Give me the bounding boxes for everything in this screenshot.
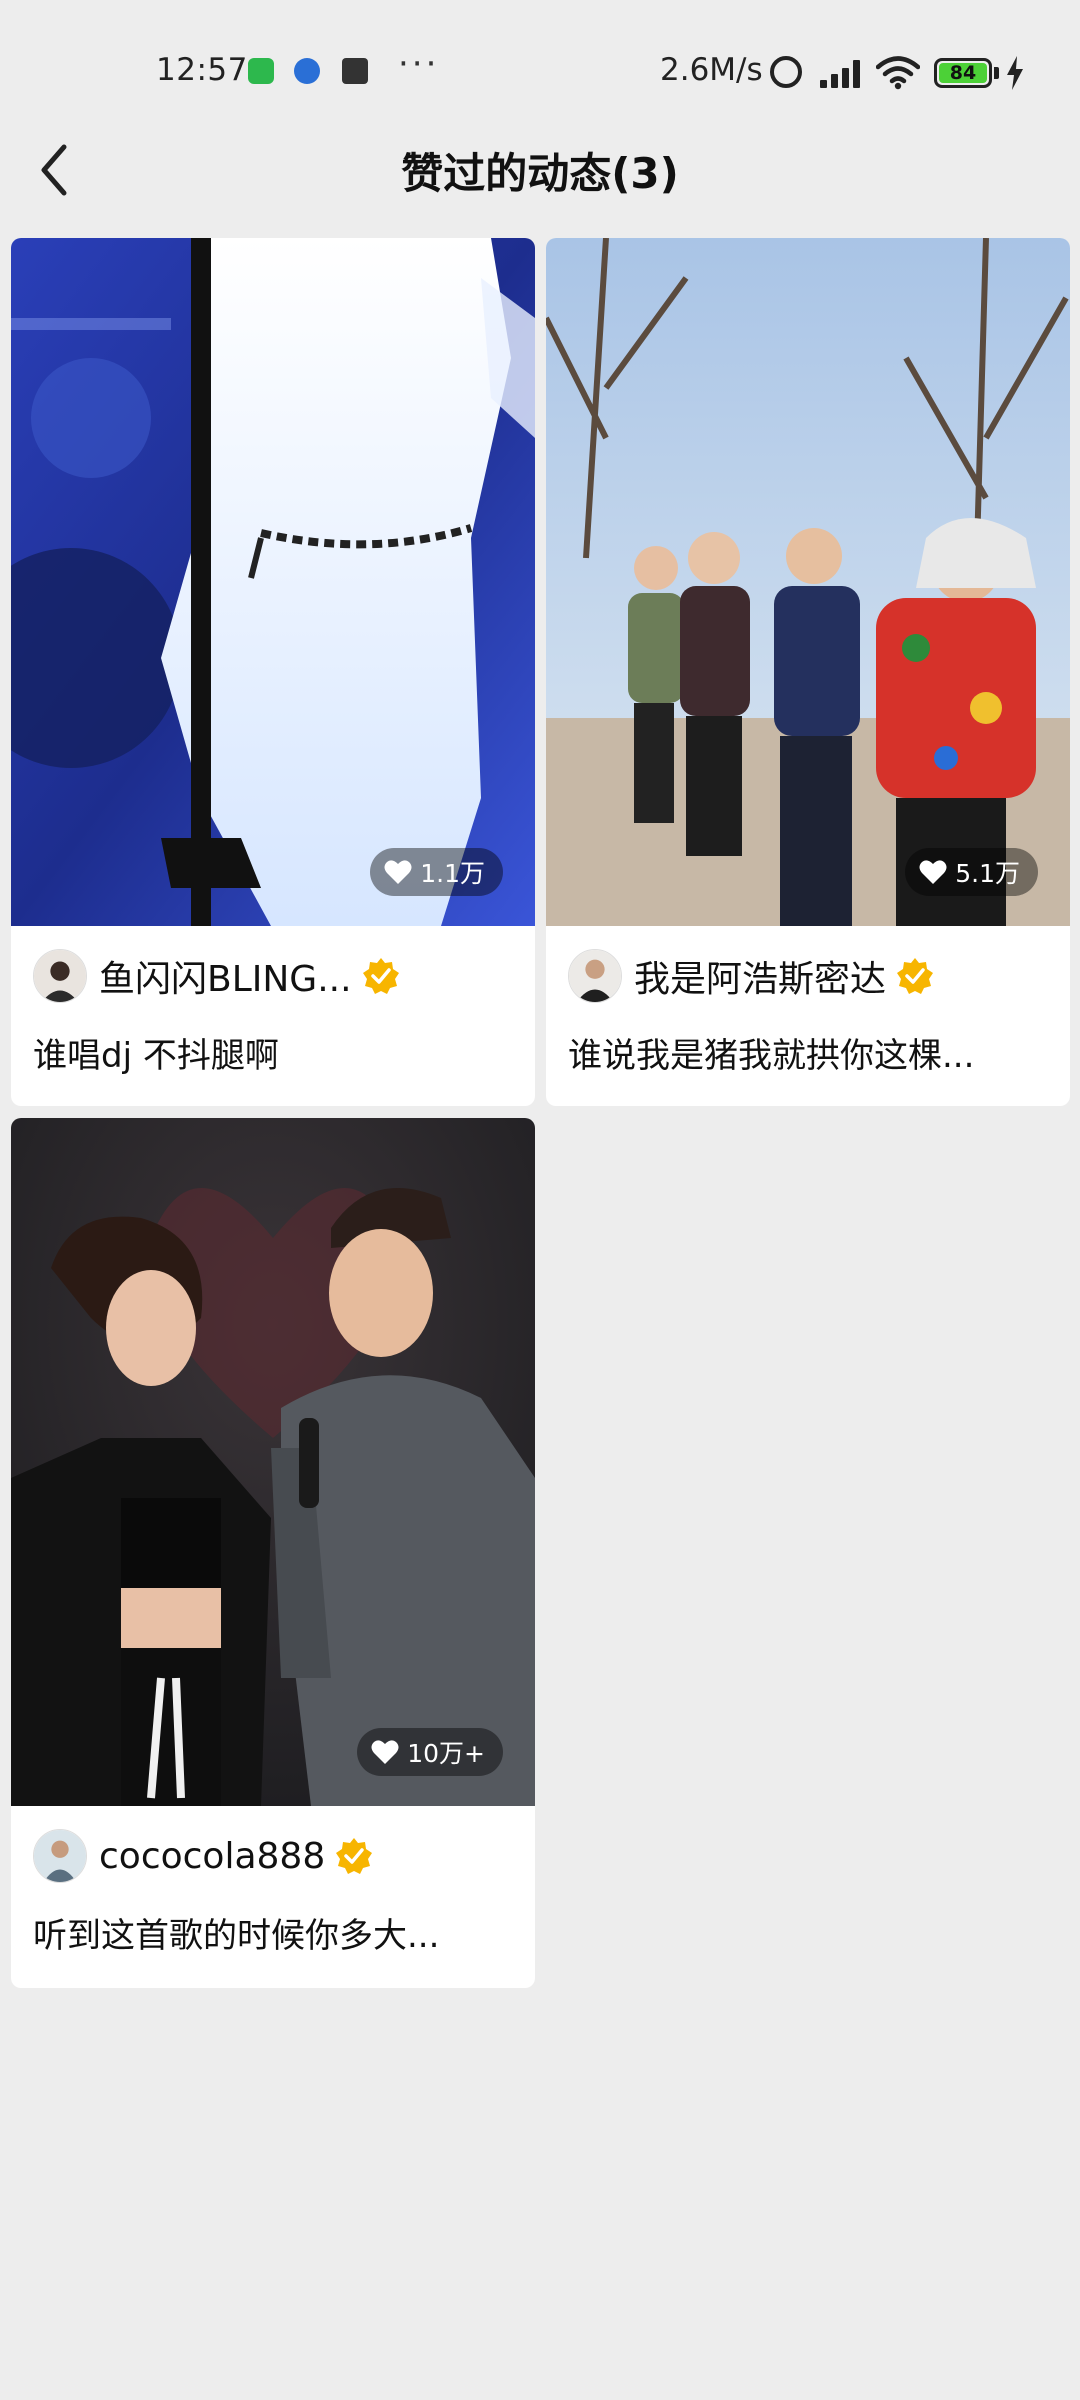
- post-caption: 听到这首歌的时候你多大...: [33, 1916, 440, 1956]
- post-caption: 谁唱dj 不抖腿啊: [33, 1036, 279, 1076]
- post-card[interactable]: 1.1万 鱼闪闪BLING... 谁唱dj 不抖腿啊: [11, 238, 535, 1106]
- game-notification-icon: [342, 58, 368, 84]
- avatar[interactable]: [33, 949, 87, 1003]
- post-thumbnail[interactable]: 5.1万: [546, 238, 1070, 926]
- post-image-performer: [11, 238, 535, 926]
- heart-icon: [919, 860, 947, 884]
- battery-icon: 84: [934, 58, 992, 88]
- network-speed: 2.6M/s: [660, 52, 763, 88]
- post-caption: 谁说我是猪我就拱你这棵...: [568, 1036, 975, 1076]
- title-bar: 赞过的动态(3): [0, 110, 1080, 230]
- author-name[interactable]: 鱼闪闪BLING...: [99, 950, 352, 1002]
- signal-icon: [818, 58, 864, 88]
- author-name[interactable]: cococola888: [99, 1836, 325, 1877]
- heart-icon: [384, 860, 412, 884]
- likes-count: 5.1万: [905, 848, 1038, 896]
- wechat-notification-icon: [248, 58, 274, 84]
- verified-icon: [336, 1838, 373, 1874]
- likes-value: 10万+: [407, 1739, 485, 1768]
- post-thumbnail[interactable]: 10万+: [11, 1118, 535, 1806]
- post-card[interactable]: 5.1万 我是阿浩斯密达 谁说我是猪我就拱你这棵...: [546, 238, 1070, 1106]
- battery-tip: [994, 67, 999, 79]
- more-notifications-icon: ···: [398, 44, 440, 84]
- post-image-group: [546, 238, 1070, 926]
- app-notification-icon: [294, 58, 320, 84]
- page-title: 赞过的动态(3): [401, 149, 679, 198]
- author-row[interactable]: 鱼闪闪BLING...: [33, 948, 400, 1004]
- likes-value: 5.1万: [955, 859, 1020, 888]
- post-thumbnail[interactable]: 1.1万: [11, 238, 535, 926]
- status-time: 12:57: [156, 52, 248, 88]
- author-name[interactable]: 我是阿浩斯密达: [634, 950, 886, 1002]
- charging-icon: [1007, 56, 1023, 90]
- post-image-couple: [11, 1118, 535, 1806]
- heart-icon: [371, 1740, 399, 1764]
- author-row[interactable]: cococola888: [33, 1828, 373, 1884]
- avatar[interactable]: [568, 949, 622, 1003]
- avatar[interactable]: [33, 1829, 87, 1883]
- verified-icon: [897, 958, 934, 994]
- battery-level: 84: [939, 63, 987, 83]
- author-row[interactable]: 我是阿浩斯密达: [568, 948, 934, 1004]
- alarm-icon: [770, 56, 802, 88]
- verified-icon: [362, 958, 399, 994]
- wifi-icon: [876, 56, 920, 90]
- likes-value: 1.1万: [420, 859, 485, 888]
- likes-count: 10万+: [357, 1728, 503, 1776]
- likes-count: 1.1万: [370, 848, 503, 896]
- post-card[interactable]: 10万+ cococola888 听到这首歌的时候你多大...: [11, 1118, 535, 1988]
